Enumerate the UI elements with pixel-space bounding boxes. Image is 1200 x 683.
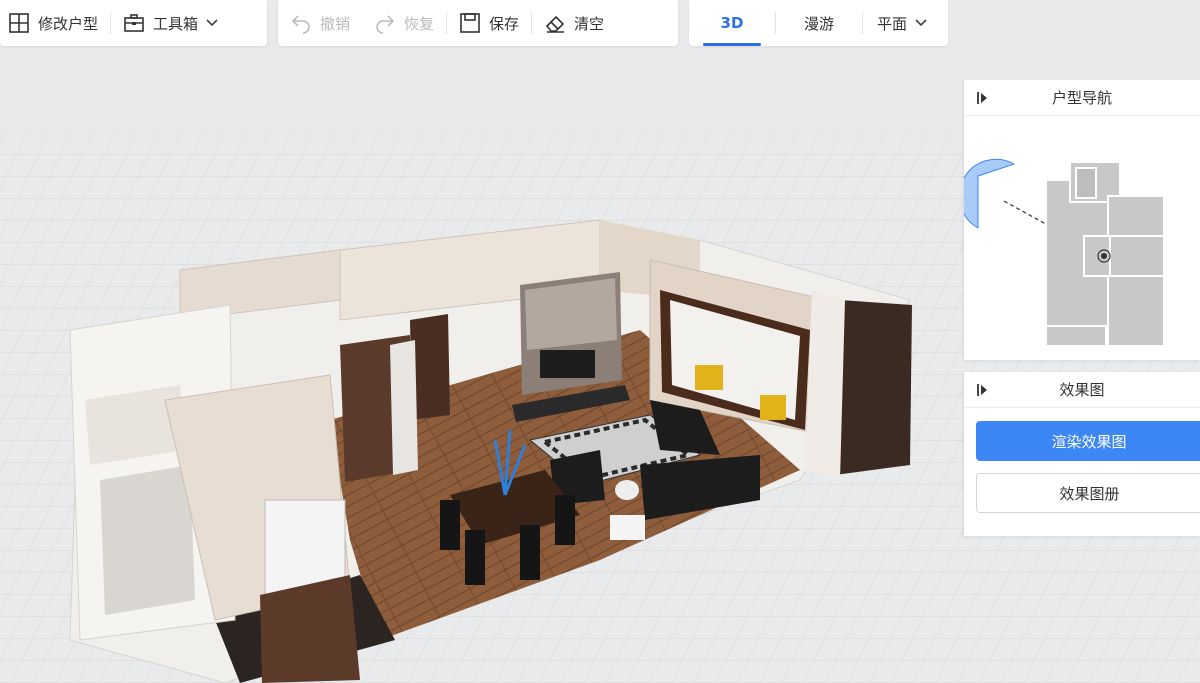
tab-3d[interactable]: 3D bbox=[689, 0, 775, 46]
collapse-panel-icon[interactable] bbox=[976, 91, 990, 105]
modify-layout-button[interactable]: 修改户型 bbox=[0, 0, 110, 46]
layout-navigation-panel: 户型导航 bbox=[958, 80, 1200, 360]
undo-button[interactable]: 撤销 bbox=[278, 0, 362, 46]
view-mode-tabs: 3D 漫游 平面 bbox=[689, 0, 948, 46]
clear-button[interactable]: 清空 bbox=[532, 0, 616, 46]
minimap[interactable] bbox=[958, 116, 1200, 360]
toolbox-icon bbox=[123, 12, 145, 34]
modify-layout-label: 修改户型 bbox=[38, 14, 99, 33]
save-icon bbox=[459, 12, 481, 34]
toolbox-dropdown[interactable]: 工具箱 bbox=[111, 0, 230, 46]
undo-icon bbox=[290, 12, 312, 34]
render-panel-header: 效果图 bbox=[964, 372, 1200, 408]
redo-icon bbox=[374, 12, 396, 34]
toolbox-label: 工具箱 bbox=[153, 14, 199, 33]
undo-label: 撤销 bbox=[320, 14, 351, 33]
render-panel-title: 效果图 bbox=[1059, 381, 1105, 399]
save-button[interactable]: 保存 bbox=[447, 0, 531, 46]
tab-roam-label: 漫游 bbox=[803, 14, 834, 33]
tab-3d-label: 3D bbox=[720, 14, 744, 32]
render-image-button[interactable]: 渲染效果图 bbox=[976, 421, 1200, 461]
save-label: 保存 bbox=[489, 14, 520, 33]
render-image-label: 渲染效果图 bbox=[1051, 432, 1127, 451]
chevron-down-icon bbox=[915, 16, 927, 30]
redo-button[interactable]: 恢复 bbox=[362, 0, 446, 46]
render-panel: 效果图 渲染效果图 效果图册 bbox=[964, 372, 1200, 536]
chevron-down-icon bbox=[206, 16, 218, 30]
toolbar-layout-group: 修改户型 工具箱 bbox=[0, 0, 267, 46]
layout-grid-icon bbox=[8, 12, 30, 34]
layout-navigation-title: 户型导航 bbox=[1051, 89, 1112, 107]
render-album-label: 效果图册 bbox=[1059, 484, 1120, 503]
tab-plan-label: 平面 bbox=[877, 14, 908, 33]
tab-roam[interactable]: 漫游 bbox=[776, 0, 862, 46]
toolbar-edit-group: 撤销 恢复 保存 清空 bbox=[278, 0, 678, 46]
collapse-panel-icon[interactable] bbox=[976, 383, 990, 397]
render-album-button[interactable]: 效果图册 bbox=[976, 473, 1200, 513]
layout-navigation-header: 户型导航 bbox=[964, 80, 1200, 116]
eraser-icon bbox=[544, 12, 566, 34]
clear-label: 清空 bbox=[574, 14, 605, 33]
tab-plan-dropdown[interactable]: 平面 bbox=[863, 0, 939, 46]
redo-label: 恢复 bbox=[404, 14, 435, 33]
